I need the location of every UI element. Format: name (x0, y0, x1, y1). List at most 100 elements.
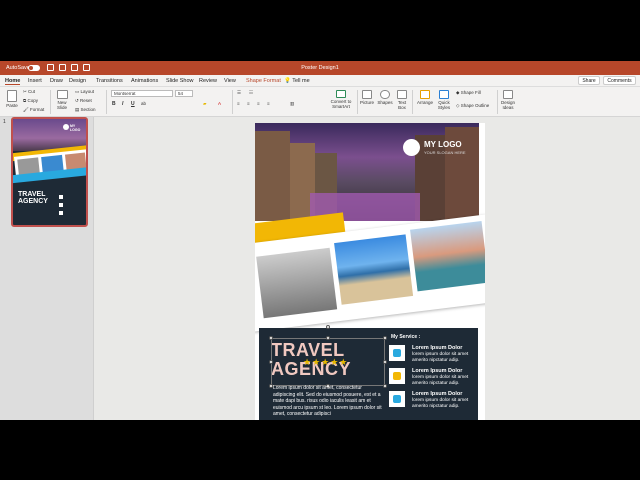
font-name-select[interactable]: Montserrat (111, 90, 173, 97)
italic-button[interactable]: I (122, 101, 123, 107)
resize-handle[interactable] (269, 360, 273, 364)
body-paragraph[interactable]: Lorem ipsum dolor sit amet, consectetur … (273, 385, 385, 418)
share-button[interactable]: Share (578, 76, 600, 85)
section-label: Section (80, 107, 96, 112)
resize-handle[interactable] (383, 360, 387, 364)
section-button[interactable]: ▤ Section (75, 107, 96, 113)
slide-canvas: MY LOGO YOUR SLOGAN HERE TRAVEL AGENCY ★… (94, 117, 640, 420)
format-label: Format (29, 107, 45, 112)
tab-shape-format[interactable]: Shape Format (246, 78, 281, 84)
tab-transitions[interactable]: Transitions (96, 78, 123, 84)
align-right-icon[interactable]: ≡ (257, 101, 260, 106)
resize-handle[interactable] (269, 336, 273, 340)
venice-photo (255, 123, 479, 221)
layout-button[interactable]: ▭ Layout (75, 89, 94, 95)
layout-label: Layout (80, 89, 95, 94)
clipboard-icon (7, 90, 17, 102)
tell-me-label: Tell me (292, 78, 310, 84)
paste-label: Paste (6, 103, 18, 108)
reset-label: Reset (80, 98, 92, 103)
rialto-photo (410, 221, 485, 292)
arrange-label: Arrange (416, 100, 433, 105)
arrange-icon (420, 90, 430, 99)
services-title: My Service : (391, 334, 421, 340)
cut-label: Cut (28, 89, 36, 94)
quick-styles-icon (439, 90, 449, 99)
paste-button[interactable]: Paste (4, 90, 20, 108)
tab-animations[interactable]: Animations (131, 78, 158, 84)
service-body-2: lorem ipsum dolor sit amet amerito nipct… (412, 375, 469, 386)
beach-photo (334, 234, 414, 305)
convert-smartart-button[interactable]: Convert to SmartArt (328, 90, 354, 109)
new-slide-label: New Slide (56, 100, 67, 110)
selection-box[interactable] (271, 338, 385, 386)
ribbon-tabs: Home Insert Draw Design Transitions Anim… (0, 75, 640, 87)
service-body-3: lorem ipsum dolor sit amet amerito nipct… (412, 398, 469, 409)
shape-outline-label: Shape Outline (460, 103, 490, 108)
copy-button[interactable]: ⧉ Copy (23, 98, 38, 103)
service-icon-1 (389, 345, 405, 361)
text-box-icon (397, 90, 407, 99)
tab-insert[interactable]: Insert (28, 78, 42, 84)
design-ideas-label: Design Ideas (500, 100, 515, 110)
numbering-icon[interactable]: ☷ (249, 90, 253, 96)
thumb-logo: MY LOGO (70, 124, 81, 132)
tab-view[interactable]: View (224, 78, 236, 84)
text-box-label: Text Box (397, 100, 407, 110)
resize-handle[interactable] (326, 336, 330, 340)
arrange-button[interactable]: Arrange (416, 90, 434, 105)
title-bar: AutoSave Poster Design1 (0, 61, 640, 75)
bullets-icon[interactable]: ☰ (237, 90, 241, 96)
justify-icon[interactable]: ≡ (267, 101, 270, 106)
cut-button[interactable]: ✂ Cut (23, 89, 35, 95)
convert-smartart-label: Convert to SmartArt (330, 99, 352, 109)
design-ideas-button[interactable]: Design Ideas (500, 90, 516, 110)
bold-button[interactable]: B (112, 101, 116, 107)
service-heading-3: Lorem Ipsum Dolor (412, 391, 463, 397)
service-body-1: lorem ipsum dolor sit amet amerito nipct… (412, 352, 469, 363)
columns-icon[interactable]: ▥ (290, 101, 294, 107)
slide: MY LOGO YOUR SLOGAN HERE TRAVEL AGENCY ★… (255, 123, 485, 420)
tab-review[interactable]: Review (199, 78, 217, 84)
resize-handle[interactable] (383, 336, 387, 340)
strikethrough-icon[interactable]: ab (141, 101, 146, 106)
rotate-handle[interactable] (326, 325, 330, 329)
smartart-icon (336, 90, 346, 98)
reset-button[interactable]: ↺ Reset (75, 98, 92, 104)
shapes-label: Shapes (377, 100, 393, 105)
thumb-logo-icon (63, 124, 69, 130)
service-icon-3 (389, 391, 405, 407)
service-heading-1: Lorem Ipsum Dolor (412, 345, 463, 351)
font-color-icon[interactable]: A (218, 101, 221, 106)
service-heading-2: Lorem Ipsum Dolor (412, 368, 463, 374)
ribbon-home: Paste ✂ Cut ⧉ Copy 🖌 Format New Slide ▭ … (0, 87, 640, 117)
comments-button[interactable]: Comments (603, 76, 636, 85)
slide-thumbnail[interactable]: MY LOGO TRAVEL AGENCY (11, 117, 88, 227)
design-ideas-icon (503, 90, 513, 99)
picture-label: Picture (359, 100, 374, 105)
thumb-title: TRAVEL AGENCY (18, 191, 48, 205)
tab-home[interactable]: Home (5, 78, 21, 85)
shape-outline-button[interactable]: ◇ Shape Outline (456, 103, 489, 109)
tab-design[interactable]: Design (69, 78, 86, 84)
new-slide-icon (56, 90, 68, 99)
tab-draw[interactable]: Draw (50, 78, 63, 84)
slide-number: 1 (3, 119, 6, 125)
underline-button[interactable]: U (131, 101, 135, 107)
document-title: Poster Design1 (301, 65, 339, 71)
shape-fill-button[interactable]: ◆ Shape Fill (456, 90, 481, 96)
picture-button[interactable]: Picture (359, 90, 375, 105)
font-size-select[interactable]: 54 (175, 90, 193, 97)
quick-styles-button[interactable]: Quick Styles (436, 90, 452, 110)
tab-tell-me[interactable]: 💡 Tell me (284, 78, 310, 84)
highlight-icon[interactable]: ▰ (203, 101, 206, 107)
shapes-button[interactable]: Shapes (377, 90, 393, 105)
align-left-icon[interactable]: ≡ (237, 101, 240, 106)
format-painter-button[interactable]: 🖌 Format (23, 107, 44, 113)
align-center-icon[interactable]: ≡ (247, 101, 250, 106)
city-street-photo (256, 247, 338, 319)
text-box-button[interactable]: Text Box (396, 90, 408, 110)
new-slide-button[interactable]: New Slide (55, 90, 69, 110)
tab-slide-show[interactable]: Slide Show (166, 78, 194, 84)
logo-text: MY LOGO (424, 140, 462, 149)
